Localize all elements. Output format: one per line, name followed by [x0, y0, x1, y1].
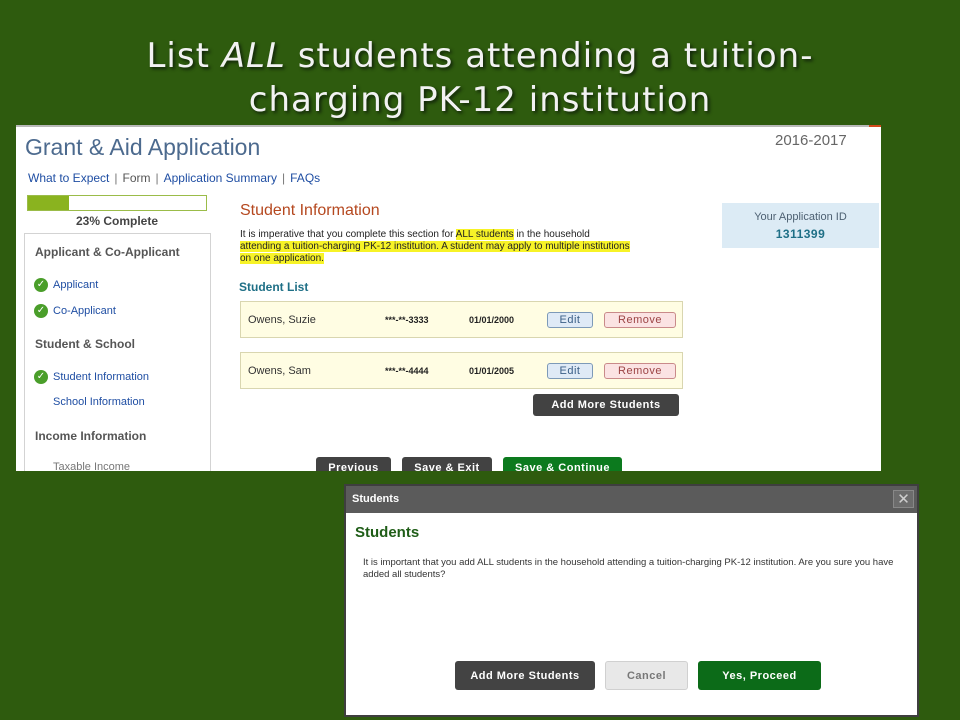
edit-student-button[interactable]: Edit [547, 363, 593, 379]
student-row: Owens, Sam ***-**-4444 01/01/2005 Edit R… [240, 352, 683, 389]
sidebar-item-student-information[interactable]: ✓ Student Information [34, 370, 149, 384]
modal-cancel-button[interactable]: Cancel [605, 661, 688, 690]
sidebar-item-label: Student Information [53, 371, 150, 383]
slide-title: List ALL students attending a tuition- c… [0, 34, 960, 122]
student-name: Owens, Sam [248, 365, 311, 377]
sidebar-heading-income: Income Information [35, 429, 147, 443]
sidebar-item-school-information[interactable]: School Information [53, 396, 145, 408]
student-dob: 01/01/2000 [469, 315, 515, 325]
student-row: Owens, Suzie ***-**-3333 01/01/2000 Edit… [240, 301, 683, 338]
remove-student-button[interactable]: Remove [604, 312, 676, 328]
remove-student-button[interactable]: Remove [604, 363, 676, 379]
nav-divider: | [282, 171, 286, 185]
previous-button[interactable]: Previous [316, 457, 391, 471]
checkmark-icon: ✓ [34, 370, 48, 384]
sidebar-item-label: Co-Applicant [53, 305, 116, 317]
app-top-accent [869, 125, 881, 127]
close-icon[interactable]: ✕ [893, 490, 914, 508]
highlight: attending a tuition-charging PK-12 insti… [240, 241, 630, 264]
section-instructions: It is imperative that you complete this … [240, 229, 630, 264]
slide-title-line-2: charging PK-12 institution [248, 80, 712, 120]
progress-label: 23% Complete [75, 214, 159, 228]
sidebar: Applicant & Co-Applicant ✓ Applicant ✓ Co-… [24, 233, 211, 471]
application-screenshot: Grant & Aid Application 2016-2017 What t… [16, 125, 881, 471]
add-more-students-button[interactable]: Add More Students [533, 394, 679, 416]
highlight: ALL students [455, 229, 514, 240]
nav-what-to-expect[interactable]: What to Expect [28, 171, 109, 185]
application-year: 2016-2017 [775, 132, 847, 149]
progress-bar [27, 195, 207, 211]
slide-title-line-1: List ALL students attending a tuition- [146, 36, 814, 76]
nav-divider: | [114, 171, 118, 185]
nav-form[interactable]: Form [123, 171, 151, 185]
save-exit-button[interactable]: Save & Exit [402, 457, 492, 471]
modal-message: It is important that you add ALL student… [363, 557, 894, 580]
students-confirmation-modal: Students ✕ Students It is important that… [344, 484, 919, 717]
student-ssn: ***-**-4444 [385, 366, 429, 376]
edit-student-button[interactable]: Edit [547, 312, 593, 328]
student-dob: 01/01/2005 [469, 366, 515, 376]
app-title: Grant & Aid Application [25, 134, 261, 160]
section-title: Student Information [240, 202, 380, 219]
sidebar-item-label: Applicant [53, 279, 99, 291]
modal-bar-title: Students [352, 493, 400, 505]
application-id-box: Your Application ID 1311399 [722, 203, 879, 248]
nav-faqs[interactable]: FAQs [290, 171, 320, 185]
application-id-value: 1311399 [775, 227, 826, 241]
sidebar-heading-student-school: Student & School [35, 337, 135, 351]
app-top-border [16, 125, 881, 127]
checkmark-icon: ✓ [34, 304, 48, 318]
student-list-title: Student List [239, 280, 309, 294]
student-ssn: ***-**-3333 [385, 315, 429, 325]
sidebar-item-co-applicant[interactable]: ✓ Co-Applicant [34, 304, 116, 318]
modal-title-bar: Students ✕ [346, 486, 917, 513]
sidebar-item-applicant[interactable]: ✓ Applicant [34, 278, 98, 292]
modal-yes-proceed-button[interactable]: Yes, Proceed [698, 661, 821, 690]
save-continue-button[interactable]: Save & Continue [503, 457, 622, 471]
student-name: Owens, Suzie [248, 314, 316, 326]
nav-divider: | [155, 171, 159, 185]
progress-fill [28, 196, 69, 210]
checkmark-icon: ✓ [34, 278, 48, 292]
modal-heading: Students [355, 524, 420, 541]
application-id-label: Your Application ID [754, 211, 847, 223]
nav-application-summary[interactable]: Application Summary [164, 171, 277, 185]
sidebar-heading-applicant: Applicant & Co-Applicant [35, 245, 180, 259]
modal-add-more-students-button[interactable]: Add More Students [455, 661, 595, 690]
top-nav: What to Expect | Form | Application Summary |… [28, 171, 320, 185]
sidebar-item-taxable-income[interactable]: Taxable Income [53, 461, 130, 471]
